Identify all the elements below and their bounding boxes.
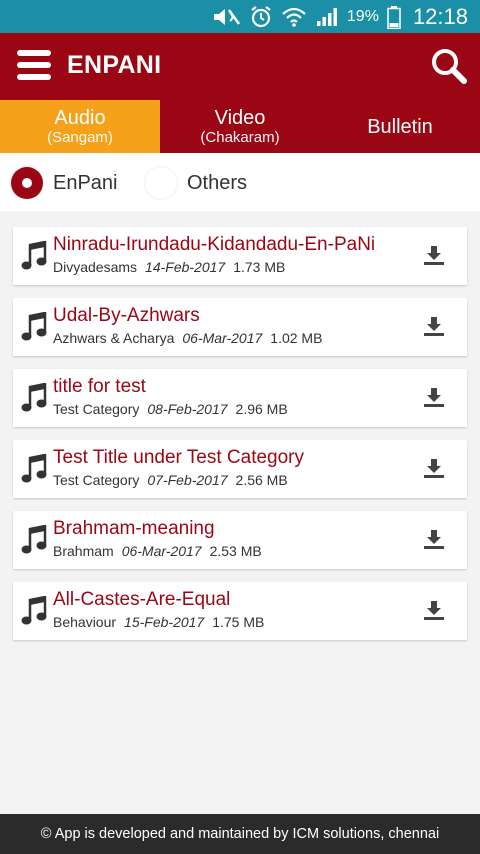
item-date: 06-Mar-2017 [182,330,263,346]
item-meta: Brahmam 06-Mar-2017 2.53 MB [53,543,262,559]
tab-bulletin[interactable]: Bulletin [320,100,480,153]
item-title: Ninradu-Irundadu-Kidandadu-En-PaNi [53,234,376,255]
item-category: Divyadesams [53,259,138,275]
app-bar: ENPANI [0,33,480,100]
music-note-icon [21,241,47,270]
clock: 12:18 [412,3,468,29]
list-item[interactable]: Ninradu-Irundadu-Kidandadu-En-PaNi Divya… [13,227,467,285]
signal-icon [316,7,337,26]
item-title: Udal-By-Azhwars [53,305,200,326]
radio-enpani[interactable] [11,167,43,199]
footer-text: © App is developed and maintained by ICM… [40,826,440,842]
item-category: Behaviour [53,614,117,630]
menu-icon[interactable] [17,50,51,80]
item-category: Azhwars & Acharya [53,330,175,346]
item-meta: Azhwars & Acharya 06-Mar-2017 1.02 MB [53,330,322,346]
item-meta: Test Category 08-Feb-2017 2.96 MB [53,401,288,417]
footer: © App is developed and maintained by ICM… [0,814,480,854]
music-note-icon [21,454,47,483]
item-date: 15-Feb-2017 [124,614,205,630]
music-note-icon [21,383,47,412]
mute-icon [213,8,240,25]
tab-bar: Audio (Sangam) Video (Chakaram) Bulletin [0,100,480,153]
item-size: 2.96 MB [235,401,288,417]
download-icon[interactable] [423,458,445,480]
radio-others[interactable] [145,167,177,199]
radio-others-label[interactable]: Others [187,172,247,195]
download-icon[interactable] [423,600,445,622]
item-size: 1.75 MB [212,614,265,630]
tab-video-label: Video [214,106,266,129]
list-item[interactable]: Test Title under Test Category Test Cate… [13,440,467,498]
item-meta: Behaviour 15-Feb-2017 1.75 MB [53,614,264,630]
alarm-icon [251,5,271,27]
item-meta: Test Category 07-Feb-2017 2.56 MB [53,472,288,488]
tab-video[interactable]: Video (Chakaram) [160,100,320,153]
music-note-icon [21,312,47,341]
status-bar: 19% 12:18 [0,0,480,33]
tab-audio-label: Audio [54,106,106,129]
audio-list: Ninradu-Irundadu-Kidandadu-En-PaNi Divya… [13,227,467,653]
list-item[interactable]: Brahmam-meaning Brahmam 06-Mar-2017 2.53 M… [13,511,467,569]
tab-audio[interactable]: Audio (Sangam) [0,100,160,153]
download-icon[interactable] [423,387,445,409]
tab-video-sublabel: (Chakaram) [200,128,280,146]
app-title: ENPANI [67,51,162,79]
download-icon[interactable] [423,245,445,267]
item-title: title for test [53,376,146,397]
item-category: Test Category [53,401,140,417]
battery-percent: 19% [346,7,379,25]
tab-audio-sublabel: (Sangam) [47,128,113,146]
item-title: Test Title under Test Category [53,447,304,468]
download-icon[interactable] [423,316,445,338]
item-date: 07-Feb-2017 [147,472,228,488]
list-item[interactable]: Udal-By-Azhwars Azhwars & Acharya 06-Mar-… [13,298,467,356]
tab-bulletin-label: Bulletin [367,115,433,138]
item-date: 14-Feb-2017 [145,259,226,275]
item-size: 1.73 MB [233,259,286,275]
download-icon[interactable] [423,529,445,551]
status-icons: 19% 12:18 [211,0,468,33]
radio-enpani-label[interactable]: EnPani [53,172,118,195]
item-category: Brahmam [53,543,114,559]
music-note-icon [21,596,47,625]
item-category: Test Category [53,472,140,488]
list-item[interactable]: All-Castes-Are-Equal Behaviour 15-Feb-201… [13,582,467,640]
item-size: 2.53 MB [209,543,262,559]
music-note-icon [21,525,47,554]
search-icon[interactable] [430,47,468,85]
item-size: 1.02 MB [270,330,323,346]
list-item[interactable]: title for test Test Category 08-Feb-2017 2… [13,369,467,427]
item-date: 06-Mar-2017 [121,543,202,559]
item-title: Brahmam-meaning [53,518,215,539]
item-size: 2.56 MB [235,472,288,488]
filter-radio-group: EnPani Others [0,153,480,211]
item-title: All-Castes-Are-Equal [53,589,231,610]
battery-icon [387,5,401,29]
item-date: 08-Feb-2017 [147,401,228,417]
wifi-icon [282,7,306,27]
item-meta: Divyadesams 14-Feb-2017 1.73 MB [53,259,285,275]
